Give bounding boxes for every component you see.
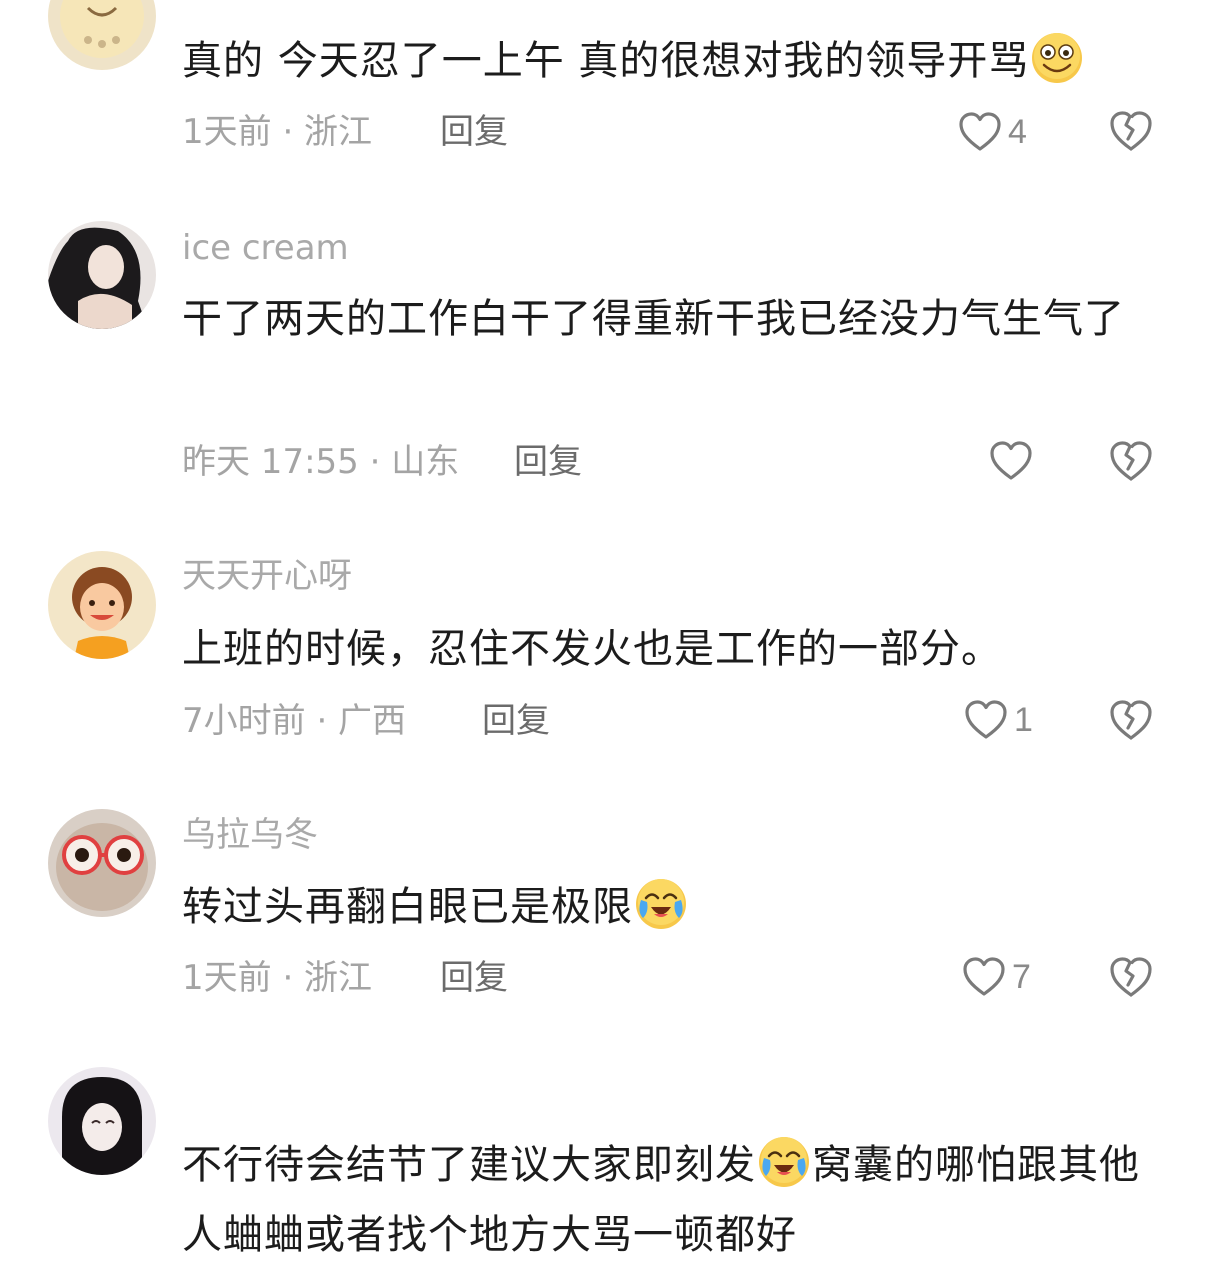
heart-outline-icon (987, 437, 1035, 485)
broken-heart-icon (1106, 436, 1156, 486)
dislike-button[interactable] (1106, 952, 1156, 1002)
comment-text: 上班的时候，忍住不发火也是工作的一部分。 (182, 626, 1002, 672)
comment-text: 不行待会结节了建议大家即刻发 窝囊的哪怕跟其他人蛐蛐或者找个地方大骂一顿都好 (182, 1130, 1172, 1270)
reply-button[interactable]: 回复 (440, 958, 508, 998)
heart-outline-icon (962, 696, 1010, 744)
like-count: 1 (1014, 700, 1033, 739)
comment-time-location: 7小时前 · 广西 (182, 701, 407, 741)
like-button[interactable]: 4 (956, 107, 1027, 157)
broken-heart-icon (1106, 952, 1156, 1002)
avatar[interactable] (48, 0, 156, 70)
like-button[interactable]: 7 (960, 952, 1031, 1002)
heart-outline-icon (960, 953, 1008, 1001)
avatar[interactable] (48, 809, 156, 917)
username[interactable]: ice cream (182, 228, 349, 268)
dislike-button[interactable] (1106, 695, 1156, 745)
reply-button[interactable]: 回复 (482, 701, 550, 741)
broken-heart-icon (1106, 106, 1156, 156)
avatar[interactable] (48, 551, 156, 659)
comment-time-location: 1天前 · 浙江 (182, 112, 373, 152)
dislike-button[interactable] (1106, 436, 1156, 486)
like-count: 4 (1008, 112, 1027, 151)
like-button[interactable] (987, 436, 1035, 486)
comment-text: 真的 今天忍了一上午 真的很想对我的领导开骂 (182, 26, 1172, 96)
username[interactable]: 天天开心呀 (182, 556, 352, 596)
comment-time-location: 昨天 17:55 · 山东 (182, 442, 460, 482)
comment-time-location: 1天前 · 浙江 (182, 958, 373, 998)
reply-button[interactable]: 回复 (440, 112, 508, 152)
comment-text: 干了两天的工作白干了得重新干我已经没力气生气了 (182, 296, 1125, 342)
avatar[interactable] (48, 1067, 156, 1175)
crying-laughing-emoji (633, 876, 689, 932)
broken-heart-icon (1106, 695, 1156, 745)
reply-button[interactable]: 回复 (514, 442, 582, 482)
heart-outline-icon (956, 108, 1004, 156)
username[interactable]: 乌拉乌冬 (182, 815, 318, 855)
like-button[interactable]: 1 (962, 695, 1033, 745)
grin-emoji (1029, 30, 1085, 86)
crying-laughing-emoji (756, 1134, 812, 1190)
comment-text: 转过头再翻白眼已是极限 (182, 872, 1172, 942)
avatar[interactable] (48, 221, 156, 329)
like-count: 7 (1012, 957, 1031, 996)
dislike-button[interactable] (1106, 106, 1156, 156)
